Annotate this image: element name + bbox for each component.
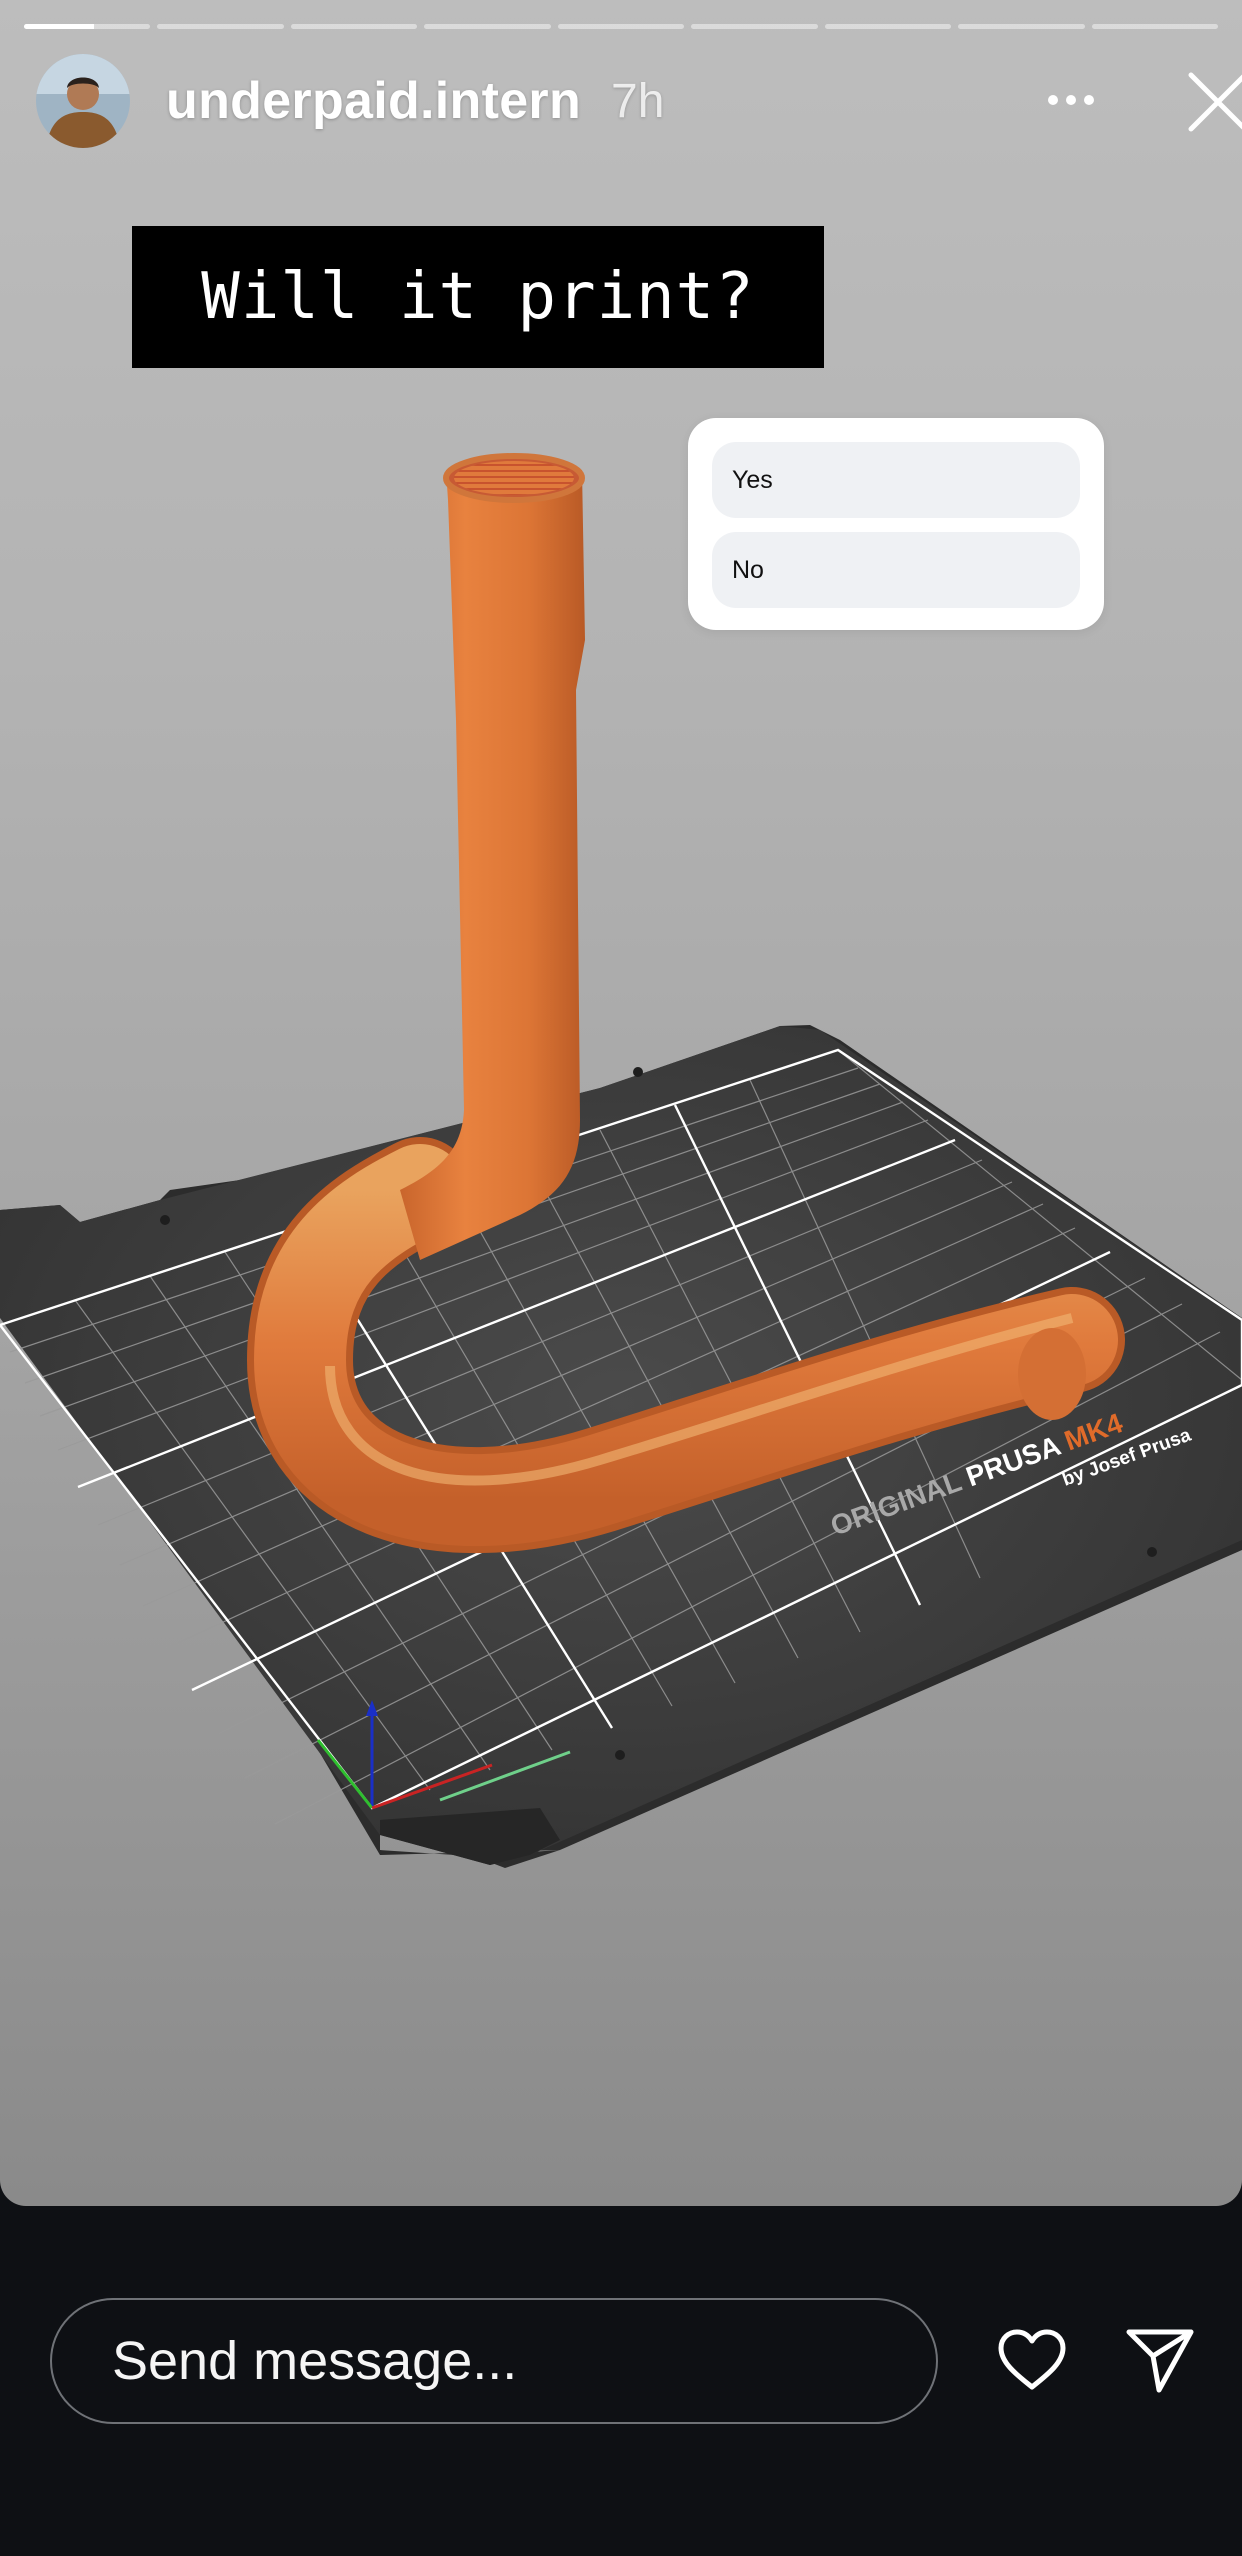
avatar[interactable] [36, 54, 130, 148]
progress-segment [1091, 24, 1218, 29]
heart-icon [998, 2329, 1066, 2390]
post-time: 7h [611, 74, 665, 128]
story-footer [0, 2206, 1242, 2556]
progress-segment [557, 24, 685, 29]
close-button[interactable] [1176, 66, 1242, 138]
progress-segment [424, 24, 551, 29]
story-header: underpaid.intern 7h [36, 52, 1242, 150]
more-horizontal-icon [1048, 95, 1094, 105]
progress-segment [691, 24, 818, 29]
send-message-input[interactable] [50, 2298, 938, 2424]
send-button[interactable] [1118, 2318, 1202, 2402]
close-icon [1188, 72, 1242, 132]
progress-segment [157, 24, 284, 29]
progress-segment [290, 24, 418, 29]
like-button[interactable] [990, 2318, 1074, 2402]
poll-option-no[interactable]: No [712, 532, 1080, 608]
story-viewer[interactable]: ORIGINAL PRUSA MK4 by Josef Prusa underp… [0, 0, 1242, 2206]
progress-segment [824, 24, 952, 29]
poll-sticker: Yes No [688, 418, 1104, 630]
poll-option-yes[interactable]: Yes [712, 442, 1080, 518]
progress-segment-fill [24, 24, 94, 29]
story-progress-bar [24, 24, 1218, 29]
progress-segment [24, 24, 151, 29]
more-options-button[interactable] [1036, 70, 1106, 130]
story-caption: Will it print? [132, 226, 824, 368]
send-icon [1126, 2329, 1194, 2393]
user-avatar-image [36, 54, 130, 148]
progress-segment [958, 24, 1085, 29]
username[interactable]: underpaid.intern [166, 71, 581, 131]
